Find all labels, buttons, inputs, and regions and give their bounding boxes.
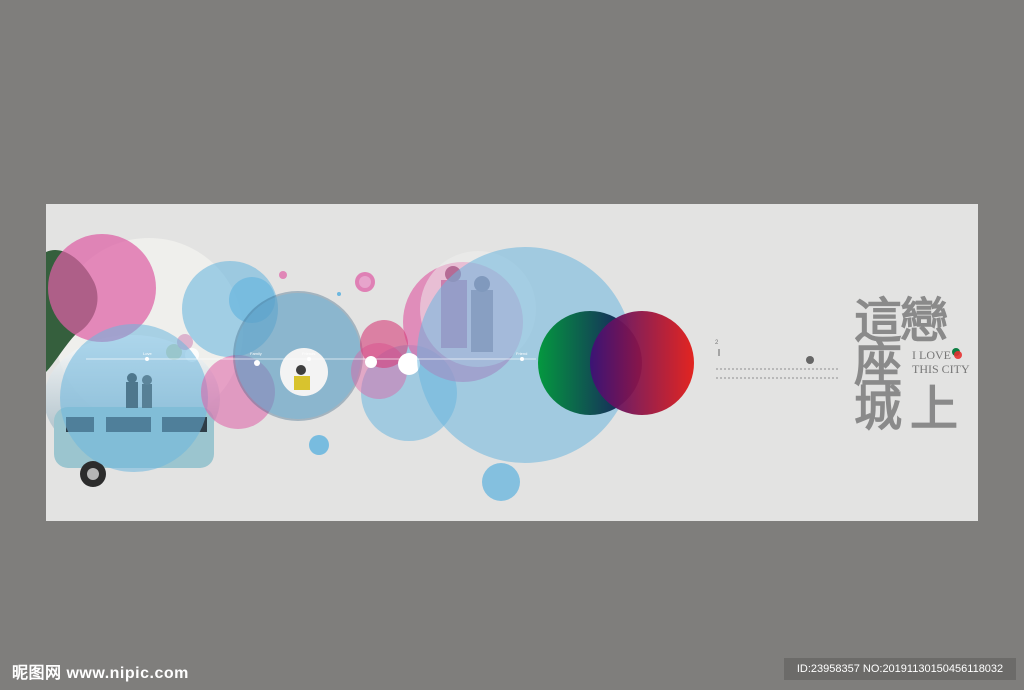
title-char: 城 — [854, 381, 903, 437]
timeline-node — [254, 360, 260, 366]
decorative-text-line — [716, 377, 838, 382]
blue-dot — [309, 435, 329, 455]
timeline-label: Love — [143, 351, 152, 356]
circle-collage: Love Family Friends Friend — [46, 234, 962, 501]
white-dot — [365, 356, 377, 368]
artwork-canvas: Love Family Friends Friend 2 戀 這 座 城 上 I… — [46, 204, 978, 521]
timeline-label: Friends — [302, 351, 315, 356]
pink-dot-inner — [359, 276, 371, 288]
small-logo-mark — [806, 356, 814, 364]
red-gradient-circle — [590, 311, 694, 415]
timeline-node — [145, 357, 149, 361]
blue-dot — [337, 292, 341, 296]
boy-figure — [294, 376, 310, 390]
decorative-text-line — [716, 368, 838, 373]
title-char: 上 — [910, 381, 959, 437]
brand-mark-red — [954, 351, 962, 359]
title-char: 戀 — [900, 293, 949, 349]
blue-dot — [482, 463, 520, 501]
timeline-label: Family — [250, 351, 262, 356]
white-dot — [398, 353, 420, 375]
watermark-brand: 昵图网 www.nipic.com — [12, 659, 189, 683]
brand-site: www.nipic.com — [66, 665, 189, 682]
brand-cn: 昵图网 — [12, 663, 62, 682]
van-hubcap — [87, 468, 99, 480]
timeline-label: Friend — [516, 351, 527, 356]
boy-head — [296, 365, 306, 375]
blue-circle — [60, 324, 208, 472]
watermark-id: ID:23958357 NO:20191130150456118032 — [784, 658, 1016, 680]
pink-dot — [279, 271, 287, 279]
love-line: I LOVE — [912, 348, 951, 362]
side-number: 2 — [715, 340, 719, 346]
love-line: THIS CITY — [912, 362, 970, 376]
timeline-node — [520, 357, 524, 361]
timeline-node — [307, 357, 311, 361]
